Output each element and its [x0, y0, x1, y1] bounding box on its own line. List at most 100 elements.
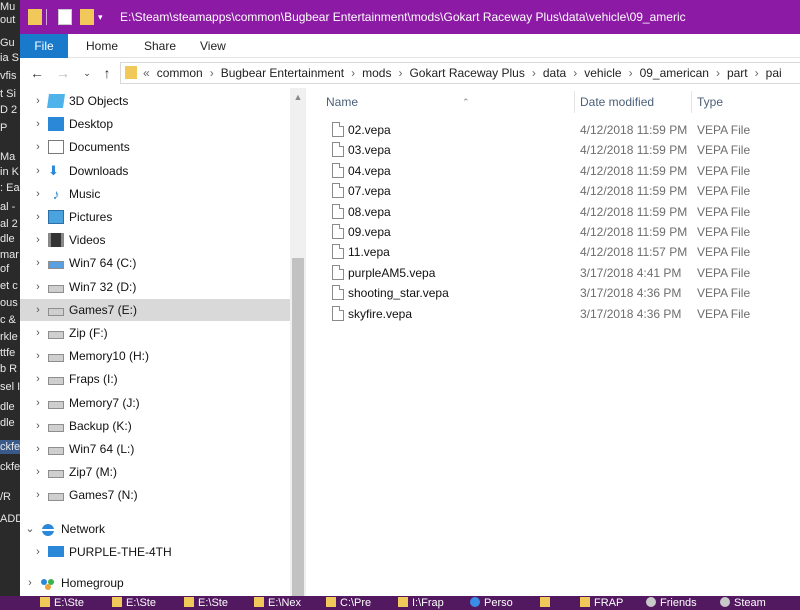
nav-item[interactable]: › Games7 (E:): [20, 298, 290, 321]
file-row[interactable]: 04.vepa 4/12/2018 11:59 PM VEPA File: [306, 161, 800, 181]
nav-item[interactable]: › Win7 32 (D:): [20, 276, 290, 298]
breadcrumb-separator-icon[interactable]: ›: [532, 66, 536, 80]
column-divider[interactable]: [691, 91, 692, 113]
chevron-right-icon[interactable]: ›: [32, 345, 44, 367]
nav-item-computer[interactable]: › PURPLE-THE-4TH: [20, 541, 290, 563]
taskbar-button[interactable]: C:\Pre: [326, 596, 392, 610]
breadcrumb-separator-icon[interactable]: ›: [716, 66, 720, 80]
nav-item[interactable]: › ⬇ Downloads: [20, 160, 290, 182]
tab-file[interactable]: File: [20, 34, 68, 58]
breadcrumb-item[interactable]: Bugbear Entertainment: [221, 66, 344, 80]
chevron-right-icon[interactable]: ›: [32, 368, 44, 390]
chevron-down-icon[interactable]: ▾: [98, 9, 108, 25]
nav-item[interactable]: › Memory7 (J:): [20, 392, 290, 414]
nav-item[interactable]: › Memory10 (H:): [20, 345, 290, 367]
chevron-right-icon[interactable]: ›: [32, 299, 44, 321]
taskbar-button[interactable]: FRAP: [580, 596, 646, 610]
chevron-right-icon[interactable]: ›: [32, 113, 44, 135]
tab-view[interactable]: View: [200, 34, 226, 58]
chevron-right-icon[interactable]: ›: [32, 322, 44, 344]
breadcrumb-item[interactable]: data: [543, 66, 566, 80]
chevron-right-icon[interactable]: ›: [32, 160, 44, 182]
chevron-right-icon[interactable]: ›: [32, 541, 44, 563]
chevron-right-icon[interactable]: ›: [32, 252, 44, 274]
nav-item[interactable]: › Pictures: [20, 206, 290, 228]
breadcrumb-separator-icon[interactable]: ›: [210, 66, 214, 80]
up-button[interactable]: ↑: [98, 64, 116, 82]
nav-item[interactable]: › Desktop: [20, 113, 290, 135]
breadcrumb-separator-icon[interactable]: ›: [351, 66, 355, 80]
breadcrumb-separator-icon[interactable]: ›: [398, 66, 402, 80]
overflow-chevron-icon[interactable]: «: [143, 66, 150, 80]
chevron-right-icon[interactable]: ›: [32, 392, 44, 414]
column-divider[interactable]: [574, 91, 575, 113]
nav-item-homegroup[interactable]: › Homegroup: [20, 572, 290, 594]
chevron-right-icon[interactable]: ›: [32, 461, 44, 483]
nav-item[interactable]: › Backup (K:): [20, 415, 290, 437]
chevron-right-icon[interactable]: ›: [32, 136, 44, 158]
column-name[interactable]: Name ⌃: [326, 91, 546, 113]
taskbar-button[interactable]: E:\Ste: [184, 596, 250, 610]
taskbar-button[interactable]: E:\Nex: [254, 596, 320, 610]
taskbar-button[interactable]: I:\Frap: [398, 596, 464, 610]
forward-button[interactable]: →: [54, 64, 72, 82]
nav-item[interactable]: › Videos: [20, 229, 290, 251]
tab-home[interactable]: Home: [86, 34, 118, 58]
chevron-right-icon[interactable]: ›: [24, 572, 36, 594]
file-row[interactable]: skyfire.vepa 3/17/2018 4:36 PM VEPA File: [306, 304, 800, 324]
nav-item[interactable]: › Zip7 (M:): [20, 461, 290, 483]
chevron-down-icon[interactable]: ⌄: [24, 518, 36, 540]
breadcrumb-separator-icon[interactable]: ›: [573, 66, 577, 80]
scroll-up-icon[interactable]: ▲: [290, 90, 306, 104]
taskbar-button[interactable]: Steam: [720, 596, 786, 610]
taskbar-button[interactable]: Friends: [646, 596, 712, 610]
file-row[interactable]: shooting_star.vepa 3/17/2018 4:36 PM VEPA …: [306, 283, 800, 303]
chevron-right-icon[interactable]: ›: [32, 229, 44, 251]
chevron-right-icon[interactable]: ›: [32, 484, 44, 506]
column-type[interactable]: Type: [697, 91, 797, 113]
new-folder-icon[interactable]: [80, 9, 94, 25]
nav-item[interactable]: › Zip (F:): [20, 322, 290, 344]
file-row[interactable]: 08.vepa 4/12/2018 11:59 PM VEPA File: [306, 202, 800, 222]
breadcrumb-separator-icon[interactable]: ›: [629, 66, 633, 80]
chevron-right-icon[interactable]: ›: [32, 438, 44, 460]
nav-item[interactable]: › 3D Objects: [20, 90, 290, 112]
nav-item-network[interactable]: ⌄ Network: [20, 518, 290, 540]
nav-item[interactable]: › ♪ Music: [20, 183, 290, 205]
nav-item[interactable]: › Fraps (I:): [20, 368, 290, 390]
recent-locations-button[interactable]: ⌄: [78, 64, 96, 82]
file-row[interactable]: purpleAM5.vepa 3/17/2018 4:41 PM VEPA File: [306, 263, 800, 283]
chevron-right-icon[interactable]: ›: [32, 415, 44, 437]
breadcrumb-item[interactable]: vehicle: [584, 66, 621, 80]
title-bar[interactable]: ▾ E:\Steam\steamapps\common\Bugbear Ente…: [20, 0, 800, 34]
file-row[interactable]: 11.vepa 4/12/2018 11:57 PM VEPA File: [306, 242, 800, 262]
nav-item[interactable]: › Games7 (N:): [20, 484, 290, 506]
taskbar-button[interactable]: E:\Ste: [112, 596, 178, 610]
scrollbar-thumb[interactable]: [292, 258, 304, 596]
file-row[interactable]: 09.vepa 4/12/2018 11:59 PM VEPA File: [306, 222, 800, 242]
column-date-modified[interactable]: Date modified: [580, 91, 690, 113]
chevron-right-icon[interactable]: ›: [32, 90, 44, 112]
breadcrumb-item[interactable]: pai: [766, 66, 782, 80]
address-box[interactable]: « common › Bugbear Entertainment › mods › Gokar…: [120, 62, 800, 84]
nav-item[interactable]: › Win7 64 (C:): [20, 252, 290, 274]
file-row[interactable]: 02.vepa 4/12/2018 11:59 PM VEPA File: [306, 120, 800, 140]
back-button[interactable]: ←: [28, 64, 46, 82]
breadcrumb-item[interactable]: part: [727, 66, 748, 80]
nav-item[interactable]: › Documents: [20, 136, 290, 158]
breadcrumb-item[interactable]: 09_american: [640, 66, 709, 80]
chevron-right-icon[interactable]: ›: [32, 183, 44, 205]
file-row[interactable]: 07.vepa 4/12/2018 11:59 PM VEPA File: [306, 181, 800, 201]
navigation-scrollbar[interactable]: ▲: [290, 88, 306, 596]
file-row[interactable]: 03.vepa 4/12/2018 11:59 PM VEPA File: [306, 140, 800, 160]
properties-icon[interactable]: [58, 9, 72, 25]
taskbar-button[interactable]: Perso: [470, 596, 536, 610]
chevron-right-icon[interactable]: ›: [32, 206, 44, 228]
taskbar-button[interactable]: E:\Ste: [40, 596, 106, 610]
breadcrumb-item[interactable]: common: [157, 66, 203, 80]
nav-item[interactable]: › Win7 64 (L:): [20, 438, 290, 460]
tab-share[interactable]: Share: [144, 34, 176, 58]
breadcrumb-separator-icon[interactable]: ›: [755, 66, 759, 80]
chevron-right-icon[interactable]: ›: [32, 276, 44, 298]
breadcrumb-item[interactable]: Gokart Raceway Plus: [409, 66, 524, 80]
